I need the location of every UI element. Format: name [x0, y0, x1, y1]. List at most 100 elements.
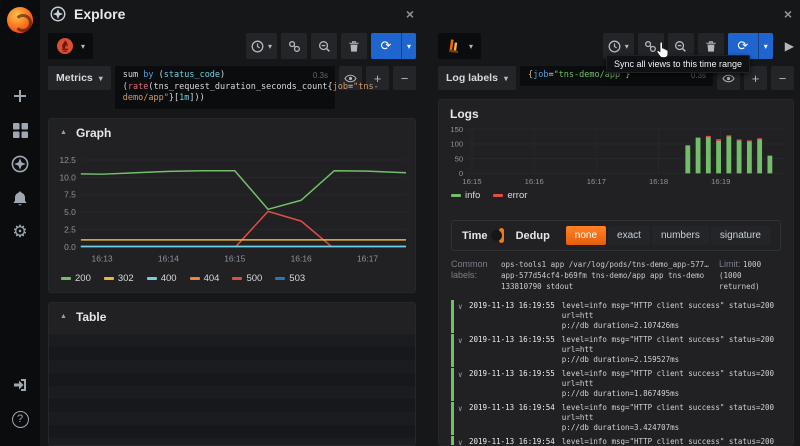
- run-query-button[interactable]: ▶: [785, 39, 794, 53]
- right-pane-header: ×: [438, 0, 794, 28]
- legend-item-503[interactable]: 503: [275, 273, 305, 284]
- dedup-options: noneexactnumberssignature: [566, 226, 770, 245]
- close-right-pane-button[interactable]: ×: [784, 7, 792, 21]
- configuration-gear-icon[interactable]: ⚙: [8, 220, 32, 244]
- refresh-interval-dropdown[interactable]: ▾: [401, 33, 416, 59]
- dedup-option-signature[interactable]: signature: [711, 226, 770, 245]
- chevron-down-icon: ▾: [407, 42, 411, 51]
- log-row[interactable]: ∨2019-11-13 16:19:54level=info msg="HTTP…: [451, 436, 791, 445]
- chevron-down-icon[interactable]: ∨: [458, 437, 469, 445]
- svg-text:5.0: 5.0: [64, 207, 76, 217]
- dedup-option-none[interactable]: none: [566, 226, 606, 245]
- log-message: level=info msg="HTTP client success" sta…: [562, 335, 791, 365]
- chevron-down-icon[interactable]: ∨: [458, 301, 469, 331]
- chevron-down-icon: ▾: [764, 42, 768, 51]
- chevron-down-icon[interactable]: ∨: [458, 335, 469, 365]
- datasource-picker-prometheus[interactable]: ▾: [48, 33, 93, 59]
- table-panel-title: Table: [76, 310, 106, 324]
- time-toggle[interactable]: [499, 228, 503, 243]
- log-timestamp: 2019-11-13 16:19:54: [469, 437, 555, 445]
- legend-item-500[interactable]: 500: [232, 273, 262, 284]
- trash-icon: [348, 40, 360, 53]
- explore-compass-icon[interactable]: [8, 152, 32, 176]
- legend-swatch: [275, 277, 285, 280]
- remove-query-button[interactable]: −: [771, 66, 794, 90]
- legend-item-400[interactable]: 400: [147, 273, 177, 284]
- logs-meta: Common labels: ops-tools1 app /var/log/p…: [451, 259, 781, 292]
- logs-panel-header: Logs: [439, 100, 793, 125]
- log-timestamp: 2019-11-13 16:19:55: [469, 369, 555, 399]
- svg-text:100: 100: [450, 140, 463, 149]
- zoom-out-button[interactable]: [311, 33, 337, 59]
- svg-text:2.5: 2.5: [64, 224, 76, 234]
- log-timestamp: 2019-11-13 16:19:55: [469, 335, 555, 365]
- bar-chart-svg: 05010015016:1516:1616:1716:1816:19: [443, 125, 789, 189]
- log-volume-bar-chart[interactable]: 05010015016:1516:1616:1716:1816:19: [439, 125, 793, 189]
- refresh-icon: ⟳: [737, 38, 748, 54]
- legend-item-302[interactable]: 302: [104, 273, 134, 284]
- sync-tooltip: Sync all views to this time range: [606, 55, 750, 73]
- dedup-option-numbers[interactable]: numbers: [652, 226, 709, 245]
- log-timestamp: 2019-11-13 16:19:55: [469, 301, 555, 331]
- log-message: level=info msg="HTTP client success" sta…: [562, 301, 791, 331]
- clock-icon: [608, 40, 621, 53]
- grafana-logo-icon[interactable]: [7, 7, 33, 33]
- chevron-down-icon: ▾: [504, 74, 508, 83]
- chevron-down-icon: ▾: [81, 42, 85, 51]
- svg-text:16:19: 16:19: [711, 177, 730, 186]
- legend-swatch: [232, 277, 242, 280]
- common-labels-values: ops-tools1 app /var/log/pods/tns-demo_ap…: [501, 259, 711, 292]
- log-row[interactable]: ∨2019-11-13 16:19:55level=info msg="HTTP…: [451, 368, 791, 401]
- datasource-picker-loki[interactable]: ▾: [438, 33, 481, 59]
- legend-item-200[interactable]: 200: [61, 273, 91, 284]
- log-row[interactable]: ∨2019-11-13 16:19:55level=info msg="HTTP…: [451, 334, 791, 367]
- table-panel-header[interactable]: ▲ Table: [49, 303, 415, 328]
- left-toolbar: ▾ ▾ ⟳: [48, 31, 416, 61]
- chevron-down-icon[interactable]: ∨: [458, 369, 469, 399]
- svg-text:16:14: 16:14: [158, 253, 179, 263]
- clear-all-button[interactable]: [341, 33, 367, 59]
- common-labels-key: Common labels:: [451, 259, 493, 292]
- legend-item-info[interactable]: info: [451, 190, 480, 201]
- svg-text:150: 150: [450, 125, 463, 134]
- minus-icon: −: [401, 71, 409, 86]
- promql-query-input[interactable]: 0.3s sum by (status_code)(rate(tns_reque…: [115, 66, 335, 109]
- legend-label: 400: [161, 273, 177, 284]
- log-labels-selector[interactable]: Log labels ▾: [438, 66, 516, 90]
- trash-icon: [705, 40, 717, 53]
- metrics-selector[interactable]: Metrics ▾: [48, 66, 111, 90]
- metrics-line-chart[interactable]: 0.02.55.07.510.012.516:1316:1416:1516:16…: [49, 144, 415, 272]
- legend-label: 302: [118, 273, 134, 284]
- remove-query-button[interactable]: −: [393, 66, 416, 90]
- sign-in-icon[interactable]: [8, 373, 32, 397]
- run-query-split-button: ⟳ ▾: [371, 33, 416, 59]
- metrics-selector-label: Metrics: [56, 72, 93, 84]
- close-left-pane-button[interactable]: ×: [406, 7, 414, 21]
- table-empty-rows: [49, 334, 415, 446]
- sync-time-link-button[interactable]: [281, 33, 307, 59]
- side-nav: ⚙ ?: [0, 0, 40, 446]
- legend-item-error[interactable]: error: [493, 190, 527, 201]
- graph-panel-header[interactable]: ▲ Graph: [49, 119, 415, 144]
- dashboards-icon[interactable]: [8, 118, 32, 142]
- log-row[interactable]: ∨2019-11-13 16:19:55level=info msg="HTTP…: [451, 300, 791, 333]
- legend-item-404[interactable]: 404: [190, 273, 220, 284]
- chevron-down-icon: ▾: [268, 42, 272, 51]
- refresh-interval-dropdown[interactable]: ▾: [758, 33, 773, 59]
- chevron-down-icon: ▾: [625, 42, 629, 51]
- alerting-bell-icon[interactable]: [8, 186, 32, 210]
- svg-text:7.5: 7.5: [64, 189, 76, 199]
- legend-label: 404: [204, 273, 220, 284]
- query-duration-label: 0.3s: [313, 70, 328, 82]
- link-icon: [644, 40, 657, 53]
- refresh-button[interactable]: ⟳: [371, 33, 401, 59]
- log-row[interactable]: ∨2019-11-13 16:19:54level=info msg="HTTP…: [451, 402, 791, 435]
- help-icon[interactable]: ?: [8, 407, 32, 431]
- add-icon[interactable]: [8, 84, 32, 108]
- time-picker-button[interactable]: ▾: [246, 33, 277, 59]
- chevron-down-icon[interactable]: ∨: [458, 403, 469, 433]
- logs-legend: info error: [439, 189, 793, 209]
- link-icon: [288, 40, 301, 53]
- dedup-option-exact[interactable]: exact: [608, 226, 650, 245]
- help-glyph: ?: [12, 411, 29, 428]
